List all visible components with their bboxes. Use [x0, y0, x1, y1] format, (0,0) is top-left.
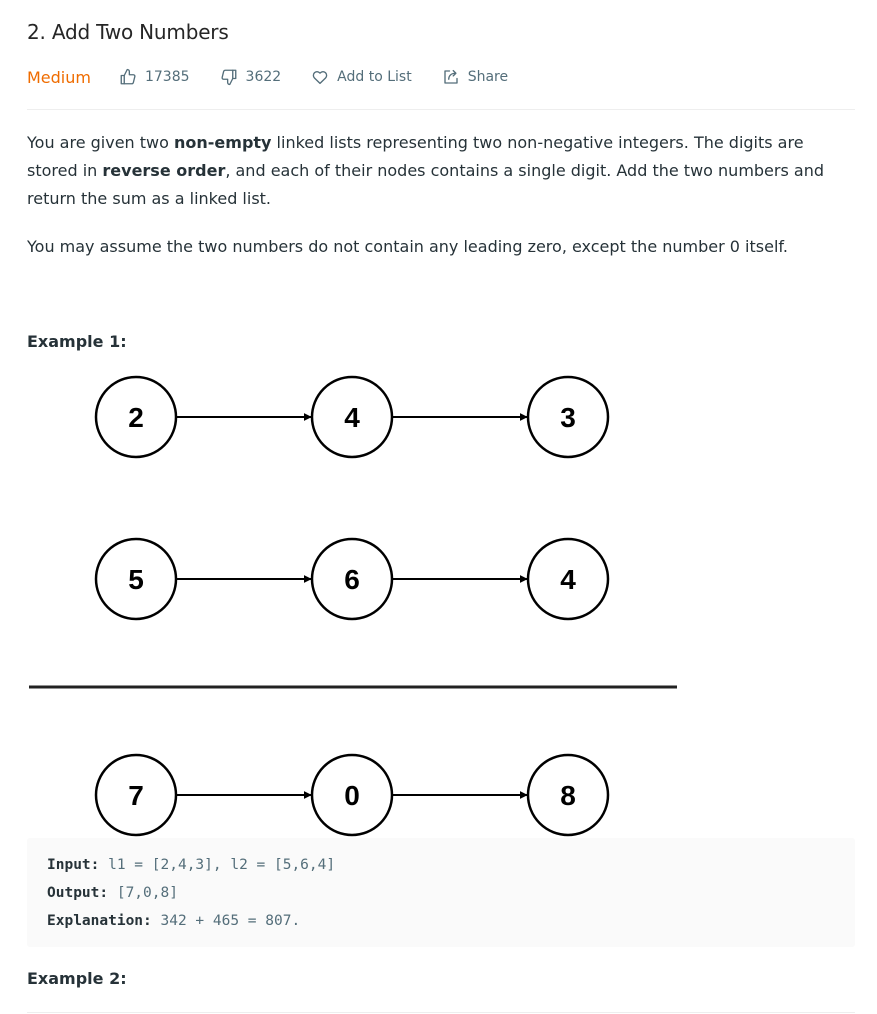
list-node-value: 2: [128, 402, 144, 433]
list-node-value: 0: [344, 780, 360, 811]
example-1-explanation-line: Explanation: 342 + 465 = 807.: [47, 911, 300, 931]
heart-icon: [312, 70, 328, 85]
list-node: 0: [310, 753, 394, 837]
header-divider: [27, 109, 855, 110]
problem-title: 2. Add Two Numbers: [27, 20, 229, 44]
list-node: 8: [526, 753, 610, 837]
list-node: 4: [526, 537, 610, 621]
example-2-heading: Example 2:: [27, 969, 127, 988]
like-count: 17385: [144, 69, 190, 85]
description-paragraph-1: You are given two non-empty linked lists…: [27, 129, 855, 213]
list-node-value: 4: [344, 402, 360, 433]
list-node-value: 7: [128, 780, 144, 811]
explanation-value: 342 + 465 = 807.: [151, 913, 301, 929]
thumbs-up-icon: [120, 68, 136, 85]
list-node: 6: [310, 537, 394, 621]
description-bold-text: non-empty: [174, 133, 272, 152]
input-value: l1 = [2,4,3], l2 = [5,6,4]: [99, 857, 336, 873]
problem-meta-bar: Medium 17385 3622 Add to List Share: [27, 66, 538, 88]
list-node: 3: [526, 375, 610, 459]
list-node: 7: [94, 753, 178, 837]
example-1-heading: Example 1:: [27, 332, 127, 351]
explanation-label: Explanation:: [47, 913, 152, 929]
list-node: 2: [94, 375, 178, 459]
dislike-count: 3622: [245, 69, 282, 85]
example-1-output-line: Output: [7,0,8]: [47, 883, 178, 903]
output-label: Output:: [47, 885, 109, 901]
description-text: You are given two: [27, 133, 174, 152]
bottom-divider: [27, 1012, 855, 1013]
list-node-value: 6: [344, 564, 360, 595]
share-label: Share: [467, 69, 509, 85]
thumbs-down-icon: [220, 69, 236, 86]
list-node-value: 3: [560, 402, 576, 433]
share-icon: [444, 69, 458, 84]
example-1-input-line: Input: l1 = [2,4,3], l2 = [5,6,4]: [47, 855, 335, 875]
list-node: 5: [94, 537, 178, 621]
list-node-value: 8: [560, 780, 576, 811]
output-value: [7,0,8]: [108, 885, 178, 901]
list-node: 4: [310, 375, 394, 459]
list-node-value: 5: [128, 564, 144, 595]
dislike-button[interactable]: 3622: [220, 68, 282, 86]
list-node-value: 4: [560, 564, 576, 595]
add-to-list-label: Add to List: [337, 69, 412, 85]
description-bold-text: reverse order: [102, 161, 226, 180]
description-paragraph-2: You may assume the two numbers do not co…: [27, 237, 788, 256]
difficulty-label: Medium: [27, 67, 91, 87]
example-1-diagram: 2 4 3 5 6 4 7 0 8: [29, 375, 677, 837]
like-button[interactable]: 17385: [119, 68, 190, 86]
share-button[interactable]: Share: [442, 68, 508, 86]
example-1-code-block: Input: l1 = [2,4,3], l2 = [5,6,4] Output…: [27, 838, 855, 947]
input-label: Input:: [47, 857, 100, 873]
add-to-list-button[interactable]: Add to List: [311, 68, 412, 86]
